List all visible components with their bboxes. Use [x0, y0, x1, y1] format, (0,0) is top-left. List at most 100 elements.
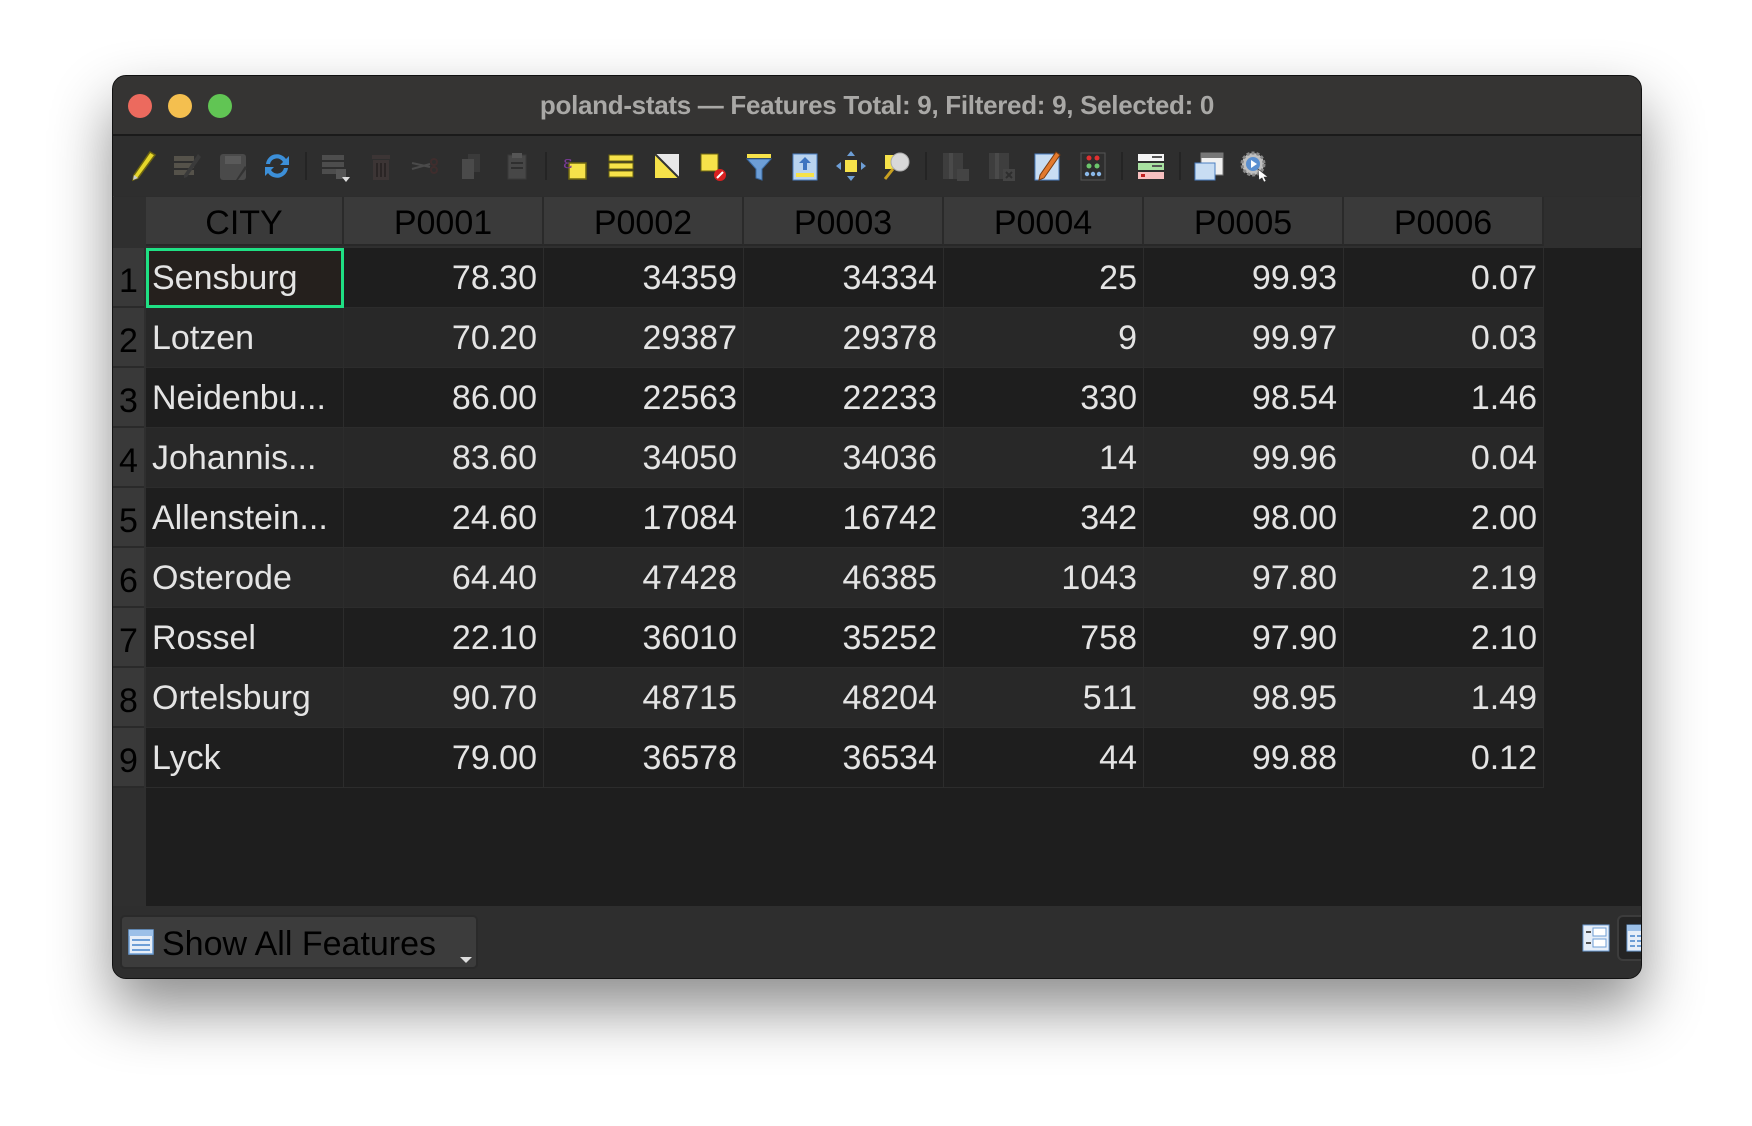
cell-city[interactable]: Ortelsburg: [146, 668, 344, 728]
cell-p0005[interactable]: 97.80: [1144, 548, 1344, 608]
cell-p0002[interactable]: 48715: [544, 668, 744, 728]
new-field-button[interactable]: [937, 148, 973, 184]
cell-p0006[interactable]: 0.03: [1344, 308, 1544, 368]
multi-edit-button[interactable]: [169, 148, 205, 184]
cell-p0005[interactable]: 97.90: [1144, 608, 1344, 668]
cell-p0006[interactable]: 1.46: [1344, 368, 1544, 428]
row-number[interactable]: 7: [113, 608, 144, 668]
cell-p0002[interactable]: 34359: [544, 248, 744, 308]
cell-p0001[interactable]: 90.70: [344, 668, 544, 728]
cell-p0005[interactable]: 99.88: [1144, 728, 1344, 788]
cell-p0006[interactable]: 0.07: [1344, 248, 1544, 308]
row-number[interactable]: 5: [113, 488, 144, 548]
deselect-all-button[interactable]: [695, 148, 731, 184]
row-number[interactable]: 1: [113, 248, 144, 308]
row-number[interactable]: 8: [113, 668, 144, 728]
cell-p0004[interactable]: 758: [944, 608, 1144, 668]
cell-city[interactable]: Lotzen: [146, 308, 344, 368]
table-row[interactable]: 3 Neidenbu... 86.00 22563 22233 330 98.54 1.46: [113, 368, 1544, 428]
cell-city[interactable]: Sensburg: [146, 248, 344, 308]
cell-p0002[interactable]: 36578: [544, 728, 744, 788]
dock-table-button[interactable]: [1191, 148, 1227, 184]
column-header-p0002[interactable]: P0002: [544, 197, 744, 246]
table-row[interactable]: 7 Rossel 22.10 36010 35252 758 97.90 2.10: [113, 608, 1544, 668]
cell-p0003[interactable]: 48204: [744, 668, 944, 728]
organize-columns-button[interactable]: [1133, 148, 1169, 184]
column-header-p0001[interactable]: P0001: [344, 197, 544, 246]
show-all-features-dropdown[interactable]: Show All Features: [120, 915, 478, 969]
cell-p0005[interactable]: 99.93: [1144, 248, 1344, 308]
cell-p0006[interactable]: 0.04: [1344, 428, 1544, 488]
paste-button[interactable]: [499, 148, 535, 184]
cell-p0003[interactable]: 46385: [744, 548, 944, 608]
cell-city[interactable]: Johannis...: [146, 428, 344, 488]
form-view-button[interactable]: [1573, 915, 1619, 961]
zoom-to-selected-button[interactable]: [879, 148, 915, 184]
cell-p0001[interactable]: 83.60: [344, 428, 544, 488]
cell-p0001[interactable]: 64.40: [344, 548, 544, 608]
cell-p0002[interactable]: 29387: [544, 308, 744, 368]
cell-p0004[interactable]: 342: [944, 488, 1144, 548]
cell-city[interactable]: Osterode: [146, 548, 344, 608]
cell-p0001[interactable]: 79.00: [344, 728, 544, 788]
table-view-button[interactable]: [1617, 915, 1641, 961]
cell-p0004[interactable]: 330: [944, 368, 1144, 428]
conditional-formatting-button[interactable]: [1075, 148, 1111, 184]
cell-p0002[interactable]: 36010: [544, 608, 744, 668]
toggle-editing-button[interactable]: [125, 148, 161, 184]
cell-p0006[interactable]: 2.10: [1344, 608, 1544, 668]
cell-p0001[interactable]: 70.20: [344, 308, 544, 368]
cut-button[interactable]: [407, 148, 443, 184]
table-row[interactable]: 8 Ortelsburg 90.70 48715 48204 511 98.95 1.49: [113, 668, 1544, 728]
cell-p0002[interactable]: 34050: [544, 428, 744, 488]
cell-p0006[interactable]: 2.19: [1344, 548, 1544, 608]
cell-p0003[interactable]: 34334: [744, 248, 944, 308]
cell-p0006[interactable]: 2.00: [1344, 488, 1544, 548]
cell-p0001[interactable]: 22.10: [344, 608, 544, 668]
cell-p0004[interactable]: 9: [944, 308, 1144, 368]
row-number[interactable]: 4: [113, 428, 144, 488]
cell-city[interactable]: Allenstein...: [146, 488, 344, 548]
cell-city[interactable]: Lyck: [146, 728, 344, 788]
row-number[interactable]: 6: [113, 548, 144, 608]
cell-p0001[interactable]: 78.30: [344, 248, 544, 308]
cell-p0002[interactable]: 47428: [544, 548, 744, 608]
cell-p0005[interactable]: 98.95: [1144, 668, 1344, 728]
cell-city[interactable]: Neidenbu...: [146, 368, 344, 428]
cell-city[interactable]: Rossel: [146, 608, 344, 668]
cell-p0003[interactable]: 16742: [744, 488, 944, 548]
select-all-button[interactable]: [603, 148, 639, 184]
table-row[interactable]: 9 Lyck 79.00 36578 36534 44 99.88 0.12: [113, 728, 1544, 788]
delete-selected-button[interactable]: [363, 148, 399, 184]
cell-p0006[interactable]: 0.12: [1344, 728, 1544, 788]
column-header-p0004[interactable]: P0004: [944, 197, 1144, 246]
cell-p0004[interactable]: 25: [944, 248, 1144, 308]
column-header-city[interactable]: CITY: [146, 197, 344, 246]
cell-p0005[interactable]: 98.54: [1144, 368, 1344, 428]
add-feature-button[interactable]: [317, 148, 353, 184]
invert-selection-button[interactable]: [649, 148, 685, 184]
column-header-p0006[interactable]: P0006: [1344, 197, 1544, 246]
column-header-p0005[interactable]: P0005: [1144, 197, 1344, 246]
cell-p0005[interactable]: 99.97: [1144, 308, 1344, 368]
cell-p0002[interactable]: 22563: [544, 368, 744, 428]
cell-p0001[interactable]: 86.00: [344, 368, 544, 428]
reload-button[interactable]: [259, 148, 295, 184]
cell-p0002[interactable]: 17084: [544, 488, 744, 548]
cell-p0003[interactable]: 36534: [744, 728, 944, 788]
move-selection-top-button[interactable]: [787, 148, 823, 184]
cell-p0006[interactable]: 1.49: [1344, 668, 1544, 728]
row-number[interactable]: 9: [113, 728, 144, 788]
cell-p0003[interactable]: 35252: [744, 608, 944, 668]
row-number[interactable]: 2: [113, 308, 144, 368]
cell-p0004[interactable]: 44: [944, 728, 1144, 788]
pan-to-selected-button[interactable]: [833, 148, 869, 184]
delete-field-button[interactable]: [983, 148, 1019, 184]
table-row[interactable]: 6 Osterode 64.40 47428 46385 1043 97.80 2.19: [113, 548, 1544, 608]
cell-p0005[interactable]: 99.96: [1144, 428, 1344, 488]
table-row[interactable]: 4 Johannis... 83.60 34050 34036 14 99.96 0.04: [113, 428, 1544, 488]
cell-p0001[interactable]: 24.60: [344, 488, 544, 548]
cell-p0004[interactable]: 14: [944, 428, 1144, 488]
cell-p0003[interactable]: 34036: [744, 428, 944, 488]
row-number[interactable]: 3: [113, 368, 144, 428]
